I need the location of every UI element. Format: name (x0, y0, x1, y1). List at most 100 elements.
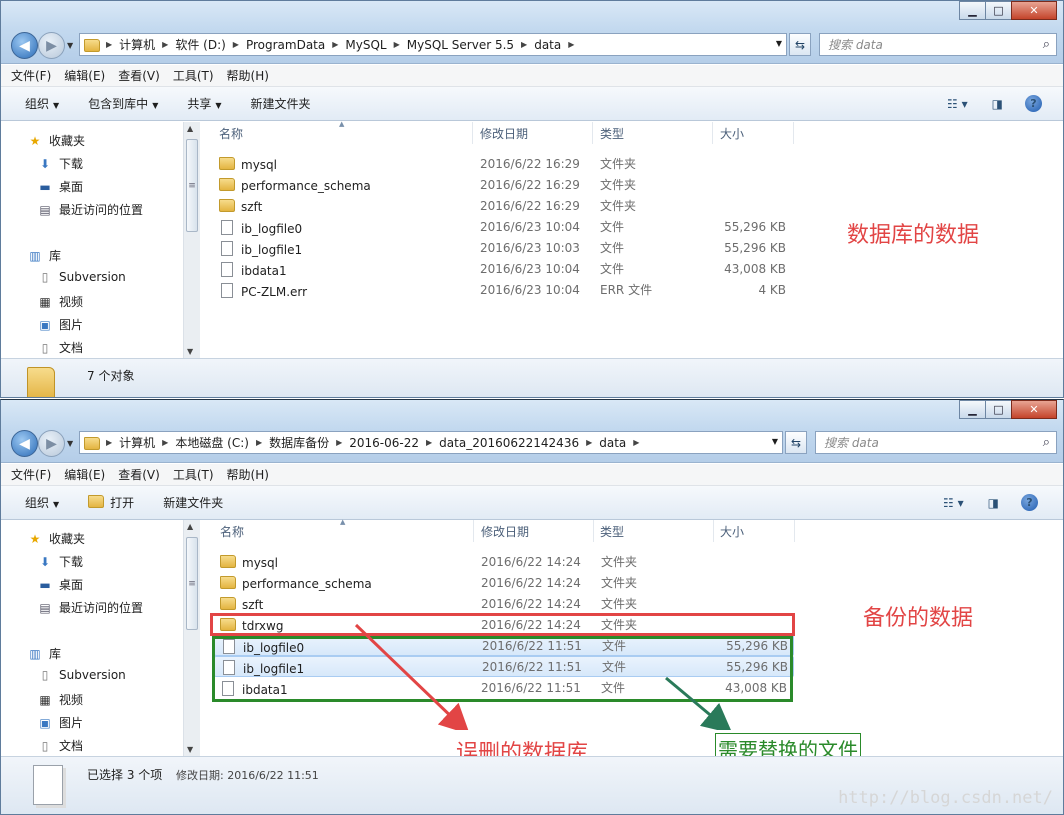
open-button[interactable]: 打开 (88, 494, 134, 511)
breadcrumb-item[interactable]: 计算机 (119, 434, 155, 451)
nav-subversion[interactable]: ▯ Subversion (37, 668, 126, 682)
breadcrumb-item[interactable]: 计算机 (119, 36, 155, 53)
file-row[interactable]: performance_schema 2016/6/22 16:29 文件夹 (213, 174, 793, 195)
breadcrumb-item[interactable]: data_20160622142436 (439, 436, 579, 450)
address-bar[interactable]: ▶ 计算机 ▶ 软件 (D:) ▶ ProgramData ▶ MySQL ▶ MySQL… (79, 33, 787, 56)
nav-pictures[interactable]: ▣ 图片 (37, 316, 83, 333)
refresh-button[interactable]: ⇆ (785, 431, 807, 454)
document-stack-icon (33, 765, 63, 805)
scroll-down-icon[interactable]: ▼ (187, 745, 193, 754)
menu-file[interactable]: 文件(F) (11, 67, 51, 84)
organize-button[interactable]: 组织 ▼ (25, 494, 59, 511)
nav-libraries[interactable]: ▥ 库 (27, 247, 61, 264)
nav-libraries[interactable]: ▥ 库 (27, 645, 61, 662)
column-name[interactable]: 名称 (220, 523, 244, 540)
nav-pictures[interactable]: ▣ 图片 (37, 714, 83, 731)
nav-recent[interactable]: ▤ 最近访问的位置 (37, 201, 143, 218)
search-input[interactable]: 搜索 data ⌕ (815, 431, 1057, 454)
nav-scrollbar[interactable]: ▲ ≡ ▼ (183, 520, 200, 756)
nav-videos[interactable]: ▦ 视频 (37, 691, 83, 708)
file-row[interactable]: ibdata1 2016/6/23 10:04 文件 43,008 KB (213, 258, 793, 279)
column-date[interactable]: 修改日期 (480, 125, 528, 142)
forward-button[interactable]: ▶ (38, 430, 65, 457)
column-type[interactable]: 类型 (600, 125, 624, 142)
new-folder-button[interactable]: 新建文件夹 (163, 494, 223, 511)
nav-documents[interactable]: ▯ 文档 (37, 737, 83, 754)
nav-downloads[interactable]: ⬇ 下载 (37, 553, 83, 570)
menu-file[interactable]: 文件(F) (11, 466, 51, 483)
nav-favorites[interactable]: ★ 收藏夹 (27, 530, 85, 547)
file-row[interactable]: mysql 2016/6/22 14:24 文件夹 (214, 551, 794, 572)
column-type[interactable]: 类型 (600, 523, 624, 540)
nav-scrollbar[interactable]: ▲ ≡ ▼ (183, 122, 200, 358)
new-folder-button[interactable]: 新建文件夹 (251, 95, 311, 112)
menu-edit[interactable]: 编辑(E) (64, 466, 105, 483)
file-row[interactable]: ib_logfile0 2016/6/23 10:04 文件 55,296 KB (213, 216, 793, 237)
menu-view[interactable]: 查看(V) (118, 466, 160, 483)
close-button[interactable]: ✕ (1011, 1, 1057, 20)
file-row[interactable]: PC-ZLM.err 2016/6/23 10:04 ERR 文件 4 KB (213, 279, 793, 300)
minimize-button[interactable]: ▁ (959, 1, 986, 20)
scroll-down-icon[interactable]: ▼ (187, 347, 193, 356)
address-dropdown-icon[interactable]: ▼ (776, 39, 782, 48)
recent-pages-dropdown[interactable]: ▼ (67, 41, 73, 50)
nav-subversion[interactable]: ▯ Subversion (37, 270, 126, 284)
view-options-icon[interactable]: ☷ ▾ (943, 496, 964, 510)
share-button[interactable]: 共享 ▼ (187, 95, 221, 112)
preview-pane-icon[interactable]: ◨ (992, 97, 1003, 111)
back-button[interactable]: ◀ (11, 430, 38, 457)
column-size[interactable]: 大小 (720, 125, 744, 142)
preview-pane-icon[interactable]: ◨ (988, 496, 999, 510)
nav-favorites[interactable]: ★ 收藏夹 (27, 132, 85, 149)
breadcrumb-item[interactable]: 数据库备份 (269, 434, 329, 451)
help-icon[interactable]: ? (1020, 494, 1038, 511)
scroll-thumb[interactable]: ≡ (186, 139, 198, 232)
view-options-icon[interactable]: ☷ ▾ (947, 97, 968, 111)
help-icon[interactable]: ? (1024, 95, 1042, 112)
menu-view[interactable]: 查看(V) (118, 67, 160, 84)
breadcrumb-item[interactable]: 本地磁盘 (C:) (175, 434, 249, 451)
nav-desktop[interactable]: ▬ 桌面 (37, 576, 83, 593)
address-bar[interactable]: ▶ 计算机 ▶ 本地磁盘 (C:) ▶ 数据库备份 ▶ 2016-06-22 ▶ data… (79, 431, 783, 454)
file-row[interactable]: performance_schema 2016/6/22 14:24 文件夹 (214, 572, 794, 593)
file-row[interactable]: szft 2016/6/22 14:24 文件夹 (214, 593, 794, 614)
nav-desktop[interactable]: ▬ 桌面 (37, 178, 83, 195)
breadcrumb-item[interactable]: MySQL Server 5.5 (407, 38, 514, 52)
maximize-button[interactable]: □ (985, 400, 1012, 419)
address-dropdown-icon[interactable]: ▼ (772, 437, 778, 446)
scroll-thumb[interactable]: ≡ (186, 537, 198, 630)
search-input[interactable]: 搜索 data ⌕ (819, 33, 1057, 56)
forward-button[interactable]: ▶ (38, 32, 65, 59)
breadcrumb-item[interactable]: 2016-06-22 (349, 436, 419, 450)
file-row[interactable]: ib_logfile1 2016/6/23 10:03 文件 55,296 KB (213, 237, 793, 258)
breadcrumb-item[interactable]: 软件 (D:) (175, 36, 225, 53)
menu-help[interactable]: 帮助(H) (227, 67, 269, 84)
back-button[interactable]: ◀ (11, 32, 38, 59)
maximize-button[interactable]: □ (985, 1, 1012, 20)
column-date[interactable]: 修改日期 (481, 523, 529, 540)
menu-tools[interactable]: 工具(T) (173, 67, 214, 84)
close-button[interactable]: ✕ (1011, 400, 1057, 419)
recent-pages-dropdown[interactable]: ▼ (67, 439, 73, 448)
minimize-button[interactable]: ▁ (959, 400, 986, 419)
breadcrumb-item[interactable]: ProgramData (246, 38, 325, 52)
menu-help[interactable]: 帮助(H) (227, 466, 269, 483)
breadcrumb-item[interactable]: data (599, 436, 626, 450)
breadcrumb-item[interactable]: MySQL (345, 38, 386, 52)
organize-button[interactable]: 组织 ▼ (25, 95, 59, 112)
nav-recent[interactable]: ▤ 最近访问的位置 (37, 599, 143, 616)
file-row[interactable]: mysql 2016/6/22 16:29 文件夹 (213, 153, 793, 174)
refresh-button[interactable]: ⇆ (789, 33, 811, 56)
nav-documents[interactable]: ▯ 文档 (37, 339, 83, 356)
column-size[interactable]: 大小 (720, 523, 744, 540)
file-row[interactable]: szft 2016/6/22 16:29 文件夹 (213, 195, 793, 216)
menu-edit[interactable]: 编辑(E) (64, 67, 105, 84)
include-in-library-button[interactable]: 包含到库中 ▼ (88, 95, 158, 112)
scroll-up-icon[interactable]: ▲ (187, 522, 193, 531)
column-name[interactable]: 名称 (219, 125, 243, 142)
nav-downloads[interactable]: ⬇ 下载 (37, 155, 83, 172)
breadcrumb-item[interactable]: data (534, 38, 561, 52)
nav-videos[interactable]: ▦ 视频 (37, 293, 83, 310)
menu-tools[interactable]: 工具(T) (173, 466, 214, 483)
scroll-up-icon[interactable]: ▲ (187, 124, 193, 133)
